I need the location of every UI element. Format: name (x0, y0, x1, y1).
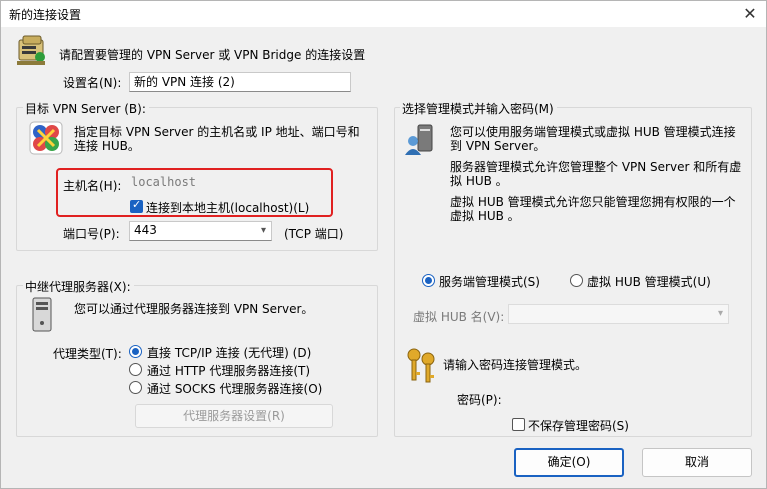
proxy-description: 您可以通过代理服务器连接到 VPN Server。 (74, 302, 314, 316)
hub-mode-label[interactable]: 虚拟 HUB 管理模式(U) (587, 273, 711, 290)
computer-icon (32, 297, 52, 332)
hub-mode-radio[interactable] (570, 274, 583, 287)
admin-desc3-line2: 虚拟 HUB 。 (450, 209, 520, 223)
port-unit: (TCP 端口) (284, 227, 344, 241)
hub-name-combobox[interactable]: ▾ (508, 304, 729, 324)
target-server-legend: 目标 VPN Server (B): (23, 100, 149, 117)
title-bar: 新的连接设置 ✕ (1, 1, 766, 27)
window-title: 新的连接设置 (9, 8, 82, 22)
password-prompt: 请输入密码连接管理模式。 (443, 358, 588, 372)
setting-name-input[interactable]: 新的 VPN 连接 (2) (129, 72, 351, 92)
hostname-input[interactable]: localhost (127, 173, 325, 193)
password-label: 密码(P): (457, 393, 502, 407)
password-input[interactable] (511, 387, 728, 407)
vpn-server-icon (29, 121, 63, 155)
hostname-label: 主机名(H): (63, 179, 122, 193)
target-description-line2: 连接 HUB。 (74, 139, 140, 153)
hostname-placeholder: localhost (131, 175, 197, 189)
proxy-direct-label[interactable]: 直接 TCP/IP 连接 (无代理) (D) (147, 344, 311, 361)
proxy-socks-label[interactable]: 通过 SOCKS 代理服务器连接(O) (147, 380, 322, 397)
server-config-icon (17, 35, 45, 65)
dialog-window: 新的连接设置 ✕ 请配置要管理的 VPN Server 或 VPN Bridge… (0, 0, 767, 489)
proxy-legend: 中继代理服务器(X): (23, 278, 134, 295)
proxy-type-label: 代理类型(T): (53, 347, 122, 361)
port-label: 端口号(P): (63, 227, 120, 241)
hub-name-label: 虚拟 HUB 名(V): (413, 310, 505, 324)
proxy-socks-radio[interactable] (129, 381, 142, 394)
server-mode-label[interactable]: 服务端管理模式(S) (439, 273, 540, 290)
no-save-password-label[interactable]: 不保存管理密码(S) (528, 417, 629, 434)
proxy-settings-button[interactable]: 代理服务器设置(R) (135, 404, 333, 428)
setting-name-label: 设置名(N): (63, 76, 122, 90)
proxy-http-radio[interactable] (129, 363, 142, 376)
no-save-password-checkbox[interactable] (512, 418, 525, 431)
localhost-checkbox-label[interactable]: 连接到本地主机(localhost)(L) (146, 199, 309, 216)
cancel-button[interactable]: 取消 (642, 448, 752, 477)
header-description: 请配置要管理的 VPN Server 或 VPN Bridge 的连接设置 (59, 48, 366, 62)
close-icon[interactable]: ✕ (740, 4, 760, 24)
chevron-down-icon: ▾ (717, 308, 723, 319)
proxy-http-label[interactable]: 通过 HTTP 代理服务器连接(T) (147, 362, 310, 379)
admin-desc1-line2: 到 VPN Server。 (450, 139, 546, 153)
proxy-direct-radio[interactable] (129, 345, 142, 358)
admin-mode-legend: 选择管理模式并输入密码(M) (400, 100, 557, 117)
port-value: 443 (134, 223, 157, 237)
localhost-checkbox[interactable] (130, 198, 143, 213)
chevron-down-icon: ▾ (260, 225, 266, 236)
keys-icon (407, 348, 435, 383)
server-mode-radio[interactable] (422, 274, 435, 287)
admin-desc2-line2: 拟 HUB 。 (450, 174, 508, 188)
port-combobox[interactable]: 443 ▾ (129, 221, 272, 241)
ok-button[interactable]: 确定(O) (514, 448, 624, 477)
admin-user-icon (405, 124, 433, 155)
